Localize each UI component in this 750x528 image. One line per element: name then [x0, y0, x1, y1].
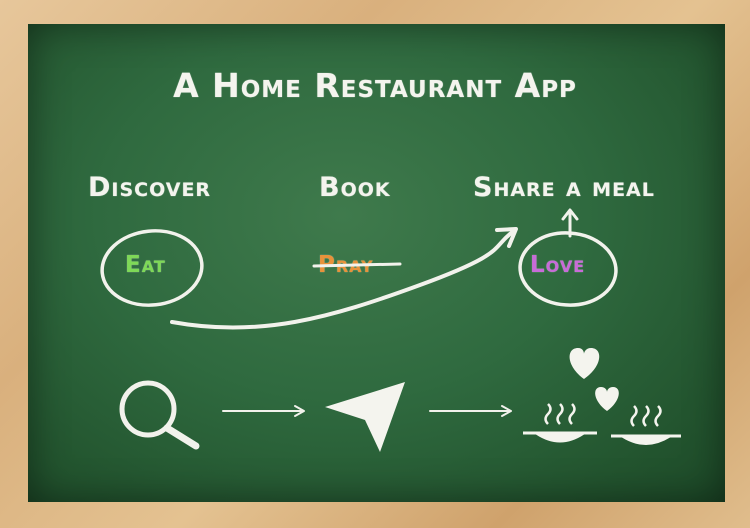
- step-label-discover: Discover: [88, 172, 212, 203]
- word-pray: Pray: [318, 252, 374, 278]
- word-eat: Eat: [125, 252, 166, 278]
- step-label-share: Share a meal: [473, 172, 655, 203]
- step-label-book: Book: [319, 172, 391, 203]
- word-love: Love: [530, 252, 586, 278]
- page-title: A Home Restaurant App: [173, 66, 577, 105]
